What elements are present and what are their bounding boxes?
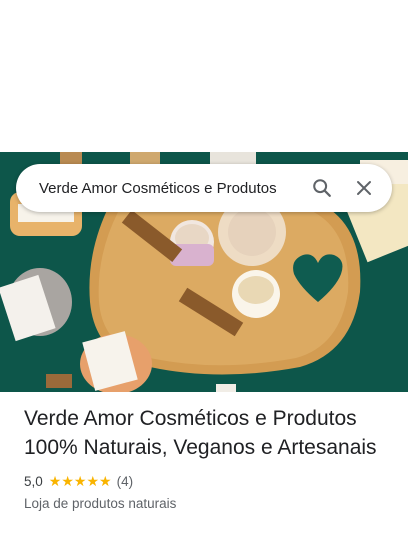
search-icon [313, 179, 331, 197]
place-category[interactable]: Loja de produtos naturais [24, 496, 394, 511]
review-count[interactable]: (4) [117, 474, 134, 489]
place-title: Verde Amor Cosméticos e Produtos 100% Na… [24, 407, 377, 459]
clear-search-button[interactable] [344, 168, 384, 208]
place-info-panel: Verde Amor Cosméticos e Produtos 100% Na… [24, 404, 394, 511]
search-bar[interactable]: Verde Amor Cosméticos e Produtos [16, 164, 392, 212]
rating-value: 5,0 [24, 473, 43, 489]
star-icon: ★ [86, 473, 100, 489]
star-icon: ★ [48, 473, 62, 489]
search-button[interactable] [302, 168, 342, 208]
close-icon [357, 181, 371, 195]
star-rating: ★ ★ ★ ★ ★ [49, 474, 112, 488]
star-icon: ★ [73, 473, 87, 489]
rating-row[interactable]: 5,0 ★ ★ ★ ★ ★ (4) [24, 472, 394, 490]
star-icon: ★ [99, 473, 112, 489]
search-input[interactable]: Verde Amor Cosméticos e Produtos [39, 180, 302, 197]
blank-map-area [0, 0, 408, 152]
star-icon: ★ [61, 473, 74, 489]
